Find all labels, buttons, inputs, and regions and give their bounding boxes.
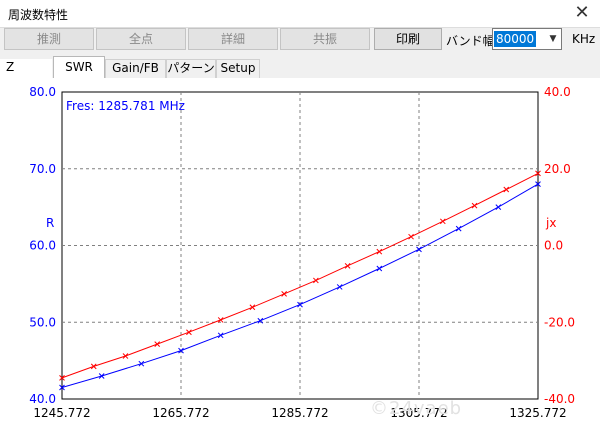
y-left-tick-label: 70.0 bbox=[29, 162, 56, 176]
jx-data-point bbox=[154, 341, 161, 347]
chevron-down-icon[interactable]: ▼ bbox=[545, 29, 561, 49]
resonance-button[interactable]: 共振 bbox=[280, 28, 370, 50]
tab-pattern[interactable]: パターン bbox=[166, 59, 216, 78]
left-axis-label: R bbox=[46, 216, 54, 230]
bandwidth-unit: KHz bbox=[572, 32, 596, 46]
y-right-tick-label: -40.0 bbox=[544, 392, 575, 406]
axis-labels: 1245.772 1265.772 1285.772 1305.772 1325.772… bbox=[29, 85, 575, 420]
watermark: ©24vaeb bbox=[370, 398, 463, 419]
r-data-point bbox=[455, 225, 462, 232]
tab-gain-fb[interactable]: Gain/FB bbox=[105, 59, 166, 78]
bandwidth-label: バンド幅 bbox=[446, 34, 495, 48]
r-data-point bbox=[495, 204, 502, 210]
jx-data-point bbox=[471, 202, 478, 209]
x-tick-label: 1265.772 bbox=[152, 406, 209, 420]
x-tick-label: 1325.772 bbox=[509, 406, 566, 420]
jx-data-point bbox=[344, 262, 351, 269]
tab-setup[interactable]: Setup bbox=[216, 59, 260, 78]
jx-data-point bbox=[503, 186, 510, 193]
y-right-tick-label: -20.0 bbox=[544, 315, 575, 329]
x-tick-label: 1285.772 bbox=[271, 406, 328, 420]
tab-z[interactable]: Z bbox=[0, 59, 52, 78]
jx-data-point bbox=[186, 329, 192, 336]
print-button[interactable]: 印刷 bbox=[374, 28, 442, 50]
y-left-tick-label: 80.0 bbox=[29, 85, 56, 99]
y-right-tick-label: 40.0 bbox=[544, 85, 571, 99]
right-axis-label: jx bbox=[545, 216, 556, 230]
y-left-tick-label: 50.0 bbox=[29, 315, 56, 329]
tab-swr[interactable]: SWR bbox=[53, 56, 105, 78]
close-icon[interactable]: ✕ bbox=[570, 2, 594, 24]
r-data-point bbox=[217, 332, 224, 339]
jx-data-point bbox=[217, 317, 224, 323]
impedance-chart: 1245.772 1265.772 1285.772 1305.772 1325.772… bbox=[29, 85, 575, 420]
r-data-point bbox=[336, 284, 343, 290]
title-bar: 周波数特性 ✕ bbox=[0, 0, 600, 28]
jx-data-point bbox=[122, 353, 129, 359]
jx-data-point bbox=[408, 233, 414, 240]
bandwidth-value[interactable]: 80000 bbox=[494, 31, 537, 47]
fres-annotation: Fres: 1285.781 MHz bbox=[66, 99, 185, 113]
jx-data-point bbox=[90, 363, 97, 370]
jx-data-point bbox=[439, 218, 446, 225]
toolbar: 推測 全点 詳細 共振 印刷 バンド幅 80000 ▼ KHz bbox=[0, 28, 600, 54]
bandwidth-select[interactable]: 80000 ▼ bbox=[492, 28, 562, 50]
jx-data-point bbox=[313, 277, 319, 284]
r-data-point bbox=[376, 265, 383, 272]
y-left-tick-label: 60.0 bbox=[29, 239, 56, 253]
tab-bar: Z SWR Gain/FB パターン Setup bbox=[0, 56, 600, 78]
estimate-button[interactable]: 推測 bbox=[4, 28, 94, 50]
x-tick-label: 1245.772 bbox=[33, 406, 90, 420]
all-points-button[interactable]: 全点 bbox=[96, 28, 186, 50]
jx-data-point bbox=[376, 248, 383, 255]
detail-button[interactable]: 詳細 bbox=[188, 28, 278, 50]
jx-data-point bbox=[281, 290, 287, 297]
jx-data-point bbox=[249, 304, 256, 311]
r-data-point bbox=[138, 360, 145, 367]
window-title: 周波数特性 bbox=[8, 8, 69, 22]
y-left-tick-label: 40.0 bbox=[29, 392, 56, 406]
y-right-tick-label: 0.0 bbox=[544, 239, 563, 253]
y-right-tick-label: 20.0 bbox=[544, 162, 571, 176]
chart-panel: 1245.772 1265.772 1285.772 1305.772 1325.772… bbox=[0, 78, 600, 430]
jx-series-line bbox=[61, 172, 539, 379]
r-data-point bbox=[416, 246, 422, 253]
